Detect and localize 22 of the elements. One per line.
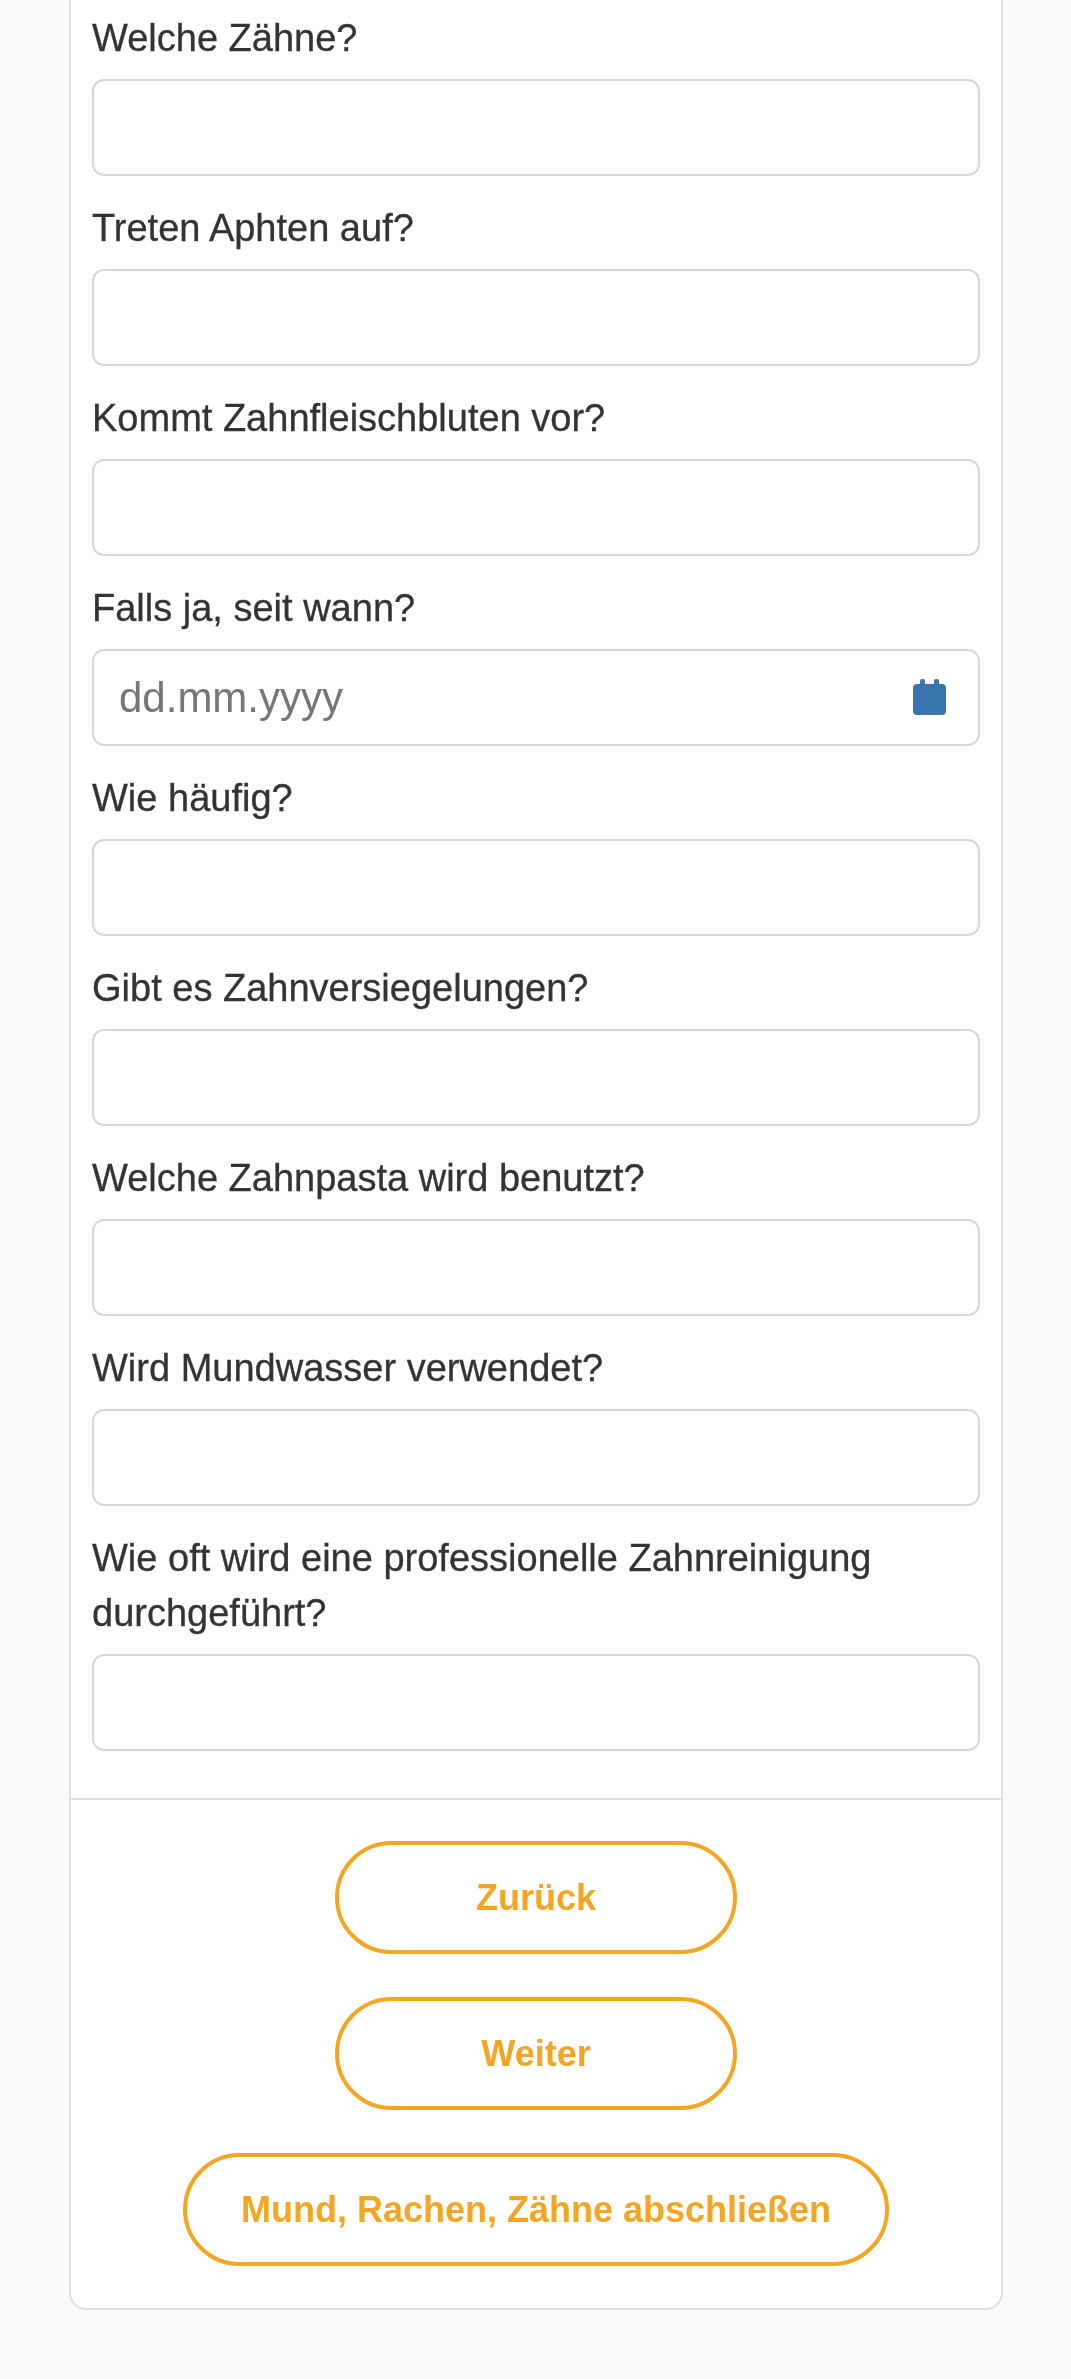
text-field[interactable] <box>92 1654 980 1751</box>
text-field[interactable] <box>92 1029 980 1126</box>
pill-button[interactable]: Mund, Rachen, Zähne abschließen <box>182 2153 890 2266</box>
field-label: Wie oft wird eine professionelle Zahnreinigung durchgeführt? <box>92 1536 873 1636</box>
date-field[interactable]: dd.mm.yyyy <box>92 649 980 746</box>
pill-button[interactable]: Weiter <box>335 1997 737 2110</box>
text-field[interactable] <box>92 79 980 176</box>
field-label: Wie häufig? <box>92 776 294 821</box>
field-label: Welche Zahnpasta wird benutzt? <box>92 1156 646 1201</box>
field-label: Gibt es Zahnversiegelungen? <box>92 966 590 1011</box>
pill-button[interactable]: Zurück <box>335 1841 737 1954</box>
calendar-icon[interactable] <box>913 679 946 715</box>
text-field[interactable] <box>92 1409 980 1506</box>
field-label: Wird Mundwasser verwendet? <box>92 1346 605 1391</box>
text-field[interactable] <box>92 1219 980 1316</box>
text-field[interactable] <box>92 269 980 366</box>
field-label: Welche Zähne? <box>92 16 359 61</box>
text-field[interactable] <box>92 839 980 936</box>
field-label: Falls ja, seit wann? <box>92 586 417 631</box>
text-field[interactable] <box>92 459 980 556</box>
field-label: Treten Aphten auf? <box>92 206 415 251</box>
field-label: Kommt Zahnfleischbluten vor? <box>92 396 607 441</box>
